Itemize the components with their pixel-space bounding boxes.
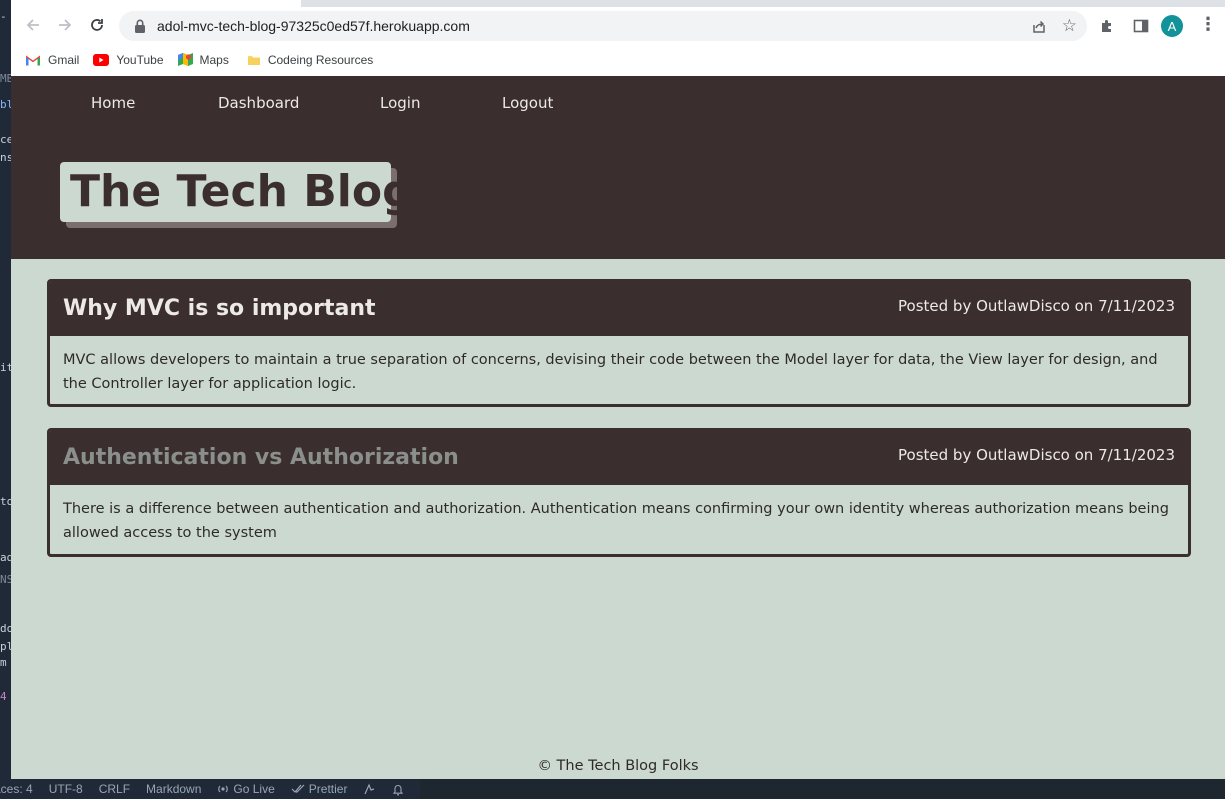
editor-fragment: pl: [0, 640, 11, 653]
editor-fragment: ns: [0, 151, 11, 164]
arrow-left-icon: [26, 19, 39, 31]
bookmark-gmail[interactable]: Gmail: [25, 53, 79, 67]
kebab-menu-icon[interactable]: ⋮: [1199, 16, 1217, 34]
status-notifications[interactable]: [392, 783, 404, 796]
status-indentation[interactable]: aces: 4: [0, 782, 33, 796]
status-eol[interactable]: CRLF: [99, 782, 130, 796]
status-prettier-label: Prettier: [308, 782, 348, 796]
site-title: The Tech Blog: [60, 162, 414, 222]
editor-fragment: NS: [0, 573, 11, 586]
site-nav: Home Dashboard Login Logout: [91, 94, 553, 112]
feedback-icon: [364, 782, 375, 794]
editor-fragment: ad: [0, 551, 11, 564]
editor-fragment: ce: [0, 133, 11, 146]
status-golive[interactable]: Go Live: [217, 782, 275, 796]
site-header: Home Dashboard Login Logout The Tech Blo…: [11, 76, 1225, 259]
double-check-icon: [291, 784, 305, 793]
back-button[interactable]: [19, 11, 47, 39]
editor-fragment: -: [0, 10, 7, 23]
status-accounts[interactable]: [363, 782, 376, 796]
active-tab[interactable]: [11, 0, 301, 7]
editor-fragment: m: [0, 656, 7, 669]
forward-button[interactable]: [51, 11, 79, 39]
reload-icon: [91, 19, 103, 31]
post-card[interactable]: Why MVC is so important Posted by Outlaw…: [47, 279, 1191, 407]
broadcast-icon: [218, 785, 229, 793]
nav-login-link[interactable]: Login: [380, 94, 502, 112]
bookmark-label: Maps: [199, 52, 229, 67]
nav-dashboard-link[interactable]: Dashboard: [218, 94, 380, 112]
bookmark-label: Codeing Resources: [267, 52, 374, 67]
editor-status-bar: aces: 4 UTF-8 CRLF Markdown Go Live Pret…: [0, 779, 420, 799]
editor-fragment: MB: [0, 72, 11, 85]
bookmark-star-icon[interactable]: ☆: [1062, 16, 1077, 36]
editor-fragment: to: [0, 495, 11, 508]
editor-fragment: do: [0, 622, 11, 635]
address-bar[interactable]: adol-mvc-tech-blog-97325c0ed57f.herokuap…: [119, 11, 1087, 41]
bookmark-maps[interactable]: Maps: [177, 52, 229, 67]
status-golive-label: Go Live: [233, 782, 275, 796]
post-title[interactable]: Authentication vs Authorization: [63, 445, 459, 470]
nav-home-link[interactable]: Home: [91, 94, 218, 112]
bookmark-folder-coding[interactable]: Codeing Resources: [247, 53, 373, 67]
arrow-right-icon: [59, 19, 72, 31]
share-icon[interactable]: [1031, 18, 1047, 38]
profile-avatar[interactable]: A: [1161, 15, 1183, 37]
site-title-block: The Tech Blog: [60, 162, 414, 228]
youtube-icon: [93, 53, 110, 66]
editor-fragment: 4: [0, 690, 7, 703]
bookmarks-bar: Gmail YouTube Maps Codeing Resources: [11, 43, 1225, 76]
status-encoding[interactable]: UTF-8: [49, 782, 83, 796]
post-body: MVC allows developers to maintain a true…: [63, 352, 1158, 392]
post-header: Authentication vs Authorization Posted b…: [50, 431, 1188, 485]
post-meta: Posted by OutlawDisco on 7/11/2023: [898, 446, 1175, 464]
puzzle-icon[interactable]: [1099, 18, 1115, 38]
browser-window: adol-mvc-tech-blog-97325c0ed57f.herokuap…: [11, 0, 1225, 779]
reload-button[interactable]: [83, 11, 111, 39]
editor-fragment: bl: [0, 98, 11, 111]
gmail-icon: [25, 53, 41, 66]
status-language[interactable]: Markdown: [146, 782, 201, 796]
browser-toolbar: adol-mvc-tech-blog-97325c0ed57f.herokuap…: [11, 7, 1225, 43]
nav-logout-link[interactable]: Logout: [502, 94, 553, 112]
editor-background-strip: - MB bl ce ns it to ad NS do pl m 4: [0, 0, 11, 799]
bookmark-youtube[interactable]: YouTube: [93, 52, 164, 67]
folder-icon: [247, 55, 260, 65]
editor-fragment: it: [0, 361, 11, 374]
lock-icon[interactable]: [133, 19, 147, 33]
url-text[interactable]: adol-mvc-tech-blog-97325c0ed57f.herokuap…: [157, 18, 470, 34]
bookmark-label: Gmail: [48, 52, 80, 67]
bookmark-label: YouTube: [116, 52, 164, 67]
post-title[interactable]: Why MVC is so important: [63, 296, 376, 321]
tab-strip: [11, 0, 1225, 7]
side-panel-icon[interactable]: [1133, 18, 1149, 38]
post-header: Why MVC is so important Posted by Outlaw…: [50, 282, 1188, 336]
maps-icon: [177, 53, 193, 66]
post-meta: Posted by OutlawDisco on 7/11/2023: [898, 297, 1175, 315]
site-footer: © The Tech Blog Folks: [537, 758, 699, 774]
status-prettier[interactable]: Prettier: [291, 782, 348, 796]
post-body: There is a difference between authentica…: [63, 501, 1169, 541]
web-page: Home Dashboard Login Logout The Tech Blo…: [11, 76, 1225, 779]
bell-icon: [393, 784, 404, 796]
post-card[interactable]: Authentication vs Authorization Posted b…: [47, 428, 1191, 557]
